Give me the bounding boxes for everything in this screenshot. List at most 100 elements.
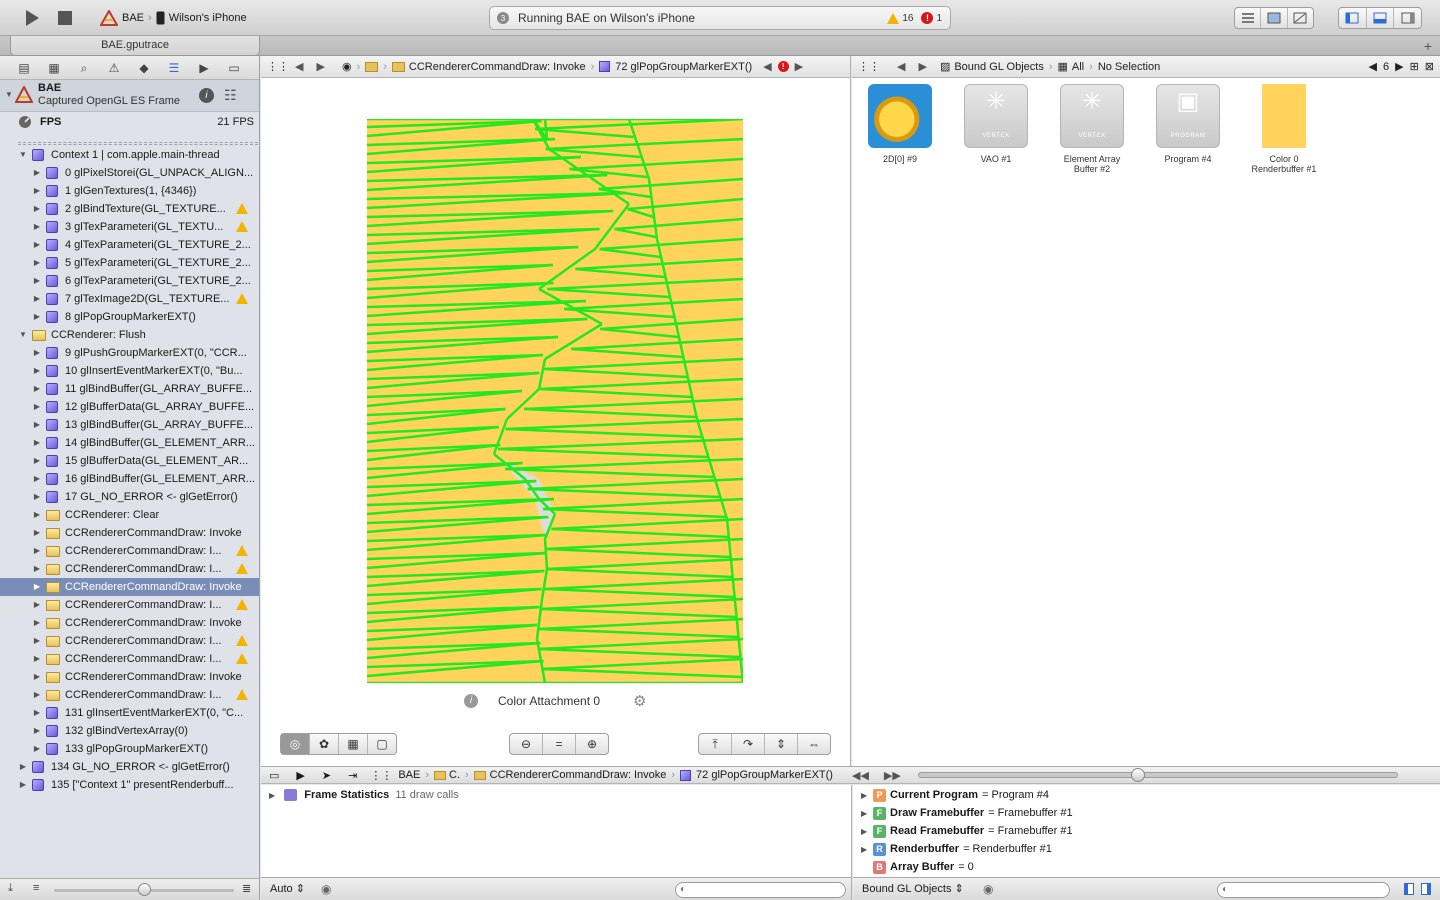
warning-icon[interactable] <box>236 635 248 646</box>
disclosure-triangle-icon[interactable]: ▶ <box>32 524 42 542</box>
toggle-navigator-button[interactable] <box>1339 8 1367 28</box>
crumb-draw-invoke[interactable]: CCRendererCommandDraw: Invoke <box>389 56 589 78</box>
variables-search-field[interactable]: ◐ <box>675 882 846 898</box>
gear-icon[interactable]: ⚙ <box>633 692 646 710</box>
disclosure-triangle-icon[interactable]: ▶ <box>32 668 42 686</box>
group-row[interactable]: ▶ CCRendererCommandDraw: I... <box>0 632 259 650</box>
call-row[interactable]: ▶ 14 glBindBuffer(GL_ELEMENT_ARR... <box>0 434 259 452</box>
disclosure-triangle-icon[interactable]: ▶ <box>32 200 42 218</box>
call-row[interactable]: ▶ 13 glBindBuffer(GL_ARRAY_BUFFE... <box>0 416 259 434</box>
crumb-call[interactable]: 72 glPopGroupMarkerEXT() <box>677 764 836 786</box>
disclosure-triangle-icon[interactable]: ▶ <box>32 416 42 434</box>
disclosure-triangle-icon[interactable]: ▶ <box>32 362 42 380</box>
group-row[interactable]: ▶ CCRendererCommandDraw: I... <box>0 596 259 614</box>
run-button[interactable] <box>22 8 42 28</box>
info-icon[interactable]: i <box>464 694 478 708</box>
disclosure-triangle-icon[interactable]: ▶ <box>18 758 28 776</box>
fps-row[interactable]: FPS 21 FPS <box>0 112 259 132</box>
disclosure-triangle-icon[interactable]: ▶ <box>32 560 42 578</box>
zoom-fit-button[interactable]: = <box>543 734 576 754</box>
folder-icon[interactable]: ▤ <box>16 61 32 75</box>
call-row[interactable]: ▶ 9 glPushGroupMarkerEXT(0, "CCR... <box>0 344 259 362</box>
group-row[interactable]: ▼ CCRenderer: Flush <box>0 326 259 344</box>
disclosure-triangle-icon[interactable]: ▶ <box>32 722 42 740</box>
state-search-field[interactable]: ◐ <box>1217 882 1390 898</box>
disclosure-triangle-icon[interactable]: ▶ <box>18 776 28 794</box>
close-editor-icon[interactable]: ⊠ <box>1422 56 1440 78</box>
group-row[interactable]: ▶ CCRendererCommandDraw: Invoke <box>0 614 259 632</box>
add-tab-icon[interactable]: + <box>1424 38 1432 54</box>
bound-objects-crumb[interactable]: ▨ Bound GL Objects <box>930 56 1047 78</box>
eye-icon[interactable]: ◉ <box>983 882 993 896</box>
warning-icon[interactable] <box>236 599 248 610</box>
disclosure-triangle-icon[interactable]: ▶ <box>32 488 42 506</box>
disclosure-triangle-icon[interactable]: ▶ <box>32 254 42 272</box>
disclosure-triangle-icon[interactable]: ▶ <box>32 578 42 596</box>
call-row[interactable]: ▶ 131 glInsertEventMarkerEXT(0, "C... <box>0 704 259 722</box>
forward-icon[interactable]: ▶ <box>908 56 929 78</box>
call-row[interactable]: ▶ 1 glGenTextures(1, {4346}) <box>0 182 259 200</box>
prev-icon[interactable]: ◀ <box>1366 56 1380 78</box>
disclosure-triangle-icon[interactable]: ▶ <box>32 308 42 326</box>
disclosure-triangle-icon[interactable]: ▶ <box>32 164 42 182</box>
state-row[interactable]: B Array Buffer = 0 <box>861 858 974 876</box>
folder-icon[interactable] <box>362 56 381 78</box>
call-row[interactable]: ▶ 11 glBindBuffer(GL_ARRAY_BUFFE... <box>0 380 259 398</box>
call-row[interactable]: ▶ 16 glBindBuffer(GL_ELEMENT_ARR... <box>0 470 259 488</box>
test-icon[interactable]: ◆ <box>136 61 152 75</box>
state-row[interactable]: ▶ R Renderbuffer = Renderbuffer #1 <box>861 840 1052 858</box>
filter-icon[interactable]: ⤓ <box>8 882 13 895</box>
warning-icon[interactable] <box>236 203 248 214</box>
disclosure-triangle-icon[interactable]: ▶ <box>32 290 42 308</box>
location-icon[interactable]: ➤ <box>308 764 334 786</box>
related-items-icon[interactable]: ⋮⋮ <box>852 56 883 78</box>
call-row[interactable]: ▶ 10 glInsertEventMarkerEXT(0, "Bu... <box>0 362 259 380</box>
disclosure-triangle-icon[interactable]: ▶ <box>269 791 275 800</box>
state-row[interactable]: ▶ F Read Framebuffer = Framebuffer #1 <box>861 822 1073 840</box>
group-row[interactable]: ▶ CCRendererCommandDraw: I... <box>0 686 259 704</box>
toggle-utilities-button[interactable] <box>1394 8 1421 28</box>
hide-debug-icon[interactable]: ▭ <box>261 764 282 786</box>
warning-icon[interactable] <box>236 221 248 232</box>
step-over-button[interactable]: ↷ <box>732 734 765 754</box>
expand-icon[interactable]: ≣ <box>242 882 251 895</box>
warning-icon[interactable] <box>236 545 248 556</box>
right-pane-toggle-icon[interactable] <box>1421 883 1431 895</box>
group-row[interactable]: ▶ CCRenderer: Clear <box>0 506 259 524</box>
frame-scrubber[interactable] <box>917 768 1398 782</box>
warning-count[interactable]: 16 <box>887 12 913 24</box>
next-icon[interactable]: ▶ <box>1392 56 1406 78</box>
crumb-context[interactable]: C. <box>431 764 463 786</box>
issue-icon[interactable]: ⚠ <box>106 61 122 75</box>
error-count[interactable]: ! 1 <box>921 12 942 24</box>
texture-button[interactable]: ▦ <box>339 734 368 754</box>
disclosure-triangle-icon[interactable]: ▶ <box>32 470 42 488</box>
disclosure-triangle-icon[interactable]: ▶ <box>32 434 42 452</box>
back-icon[interactable]: ◀ <box>883 56 908 78</box>
step-icon[interactable]: ⇥ <box>334 764 360 786</box>
disclosure-triangle-icon[interactable]: ▶ <box>32 272 42 290</box>
disclosure-triangle-icon[interactable]: ▶ <box>32 632 42 650</box>
disclosure-triangle-icon[interactable]: ▶ <box>32 740 42 758</box>
options-icon[interactable]: ☷ <box>224 87 237 104</box>
bound-objects-popup[interactable]: Bound GL Objects ⇕ <box>862 882 964 895</box>
disclosure-triangle-icon[interactable]: ▶ <box>32 614 42 632</box>
bound-object-item[interactable]: ▣ PROGRAM Program #4 <box>1148 84 1228 164</box>
standard-editor-button[interactable] <box>1235 8 1262 28</box>
call-row[interactable]: ▶ 6 glTexParameteri(GL_TEXTURE_2... <box>0 272 259 290</box>
auto-popup[interactable]: Auto ⇕ <box>270 882 305 895</box>
call-row[interactable]: ▶ 3 glTexParameteri(GL_TEXTU... <box>0 218 259 236</box>
compress-icon[interactable]: ≡ <box>33 882 39 894</box>
zoom-out-button[interactable]: ⊖ <box>510 734 543 754</box>
scheme-selector[interactable]: BAE › Wilson's iPhone <box>100 9 247 27</box>
crumb-call[interactable]: 72 glPopGroupMarkerEXT() <box>596 56 755 78</box>
call-row[interactable]: ▶ 7 glTexImage2D(GL_TEXTURE... <box>0 290 259 308</box>
assistant-editor-button[interactable] <box>1261 8 1288 28</box>
breakpoints-toggle-icon[interactable]: ▶ <box>282 764 307 786</box>
scrubber-thumb[interactable] <box>1130 768 1145 782</box>
call-row[interactable]: ▶ 8 glPopGroupMarkerEXT() <box>0 308 259 326</box>
call-row[interactable]: ▶ 17 GL_NO_ERROR <- glGetError() <box>0 488 259 506</box>
disclosure-triangle-icon[interactable]: ▶ <box>861 805 871 823</box>
forward-icon[interactable]: ▶ <box>306 56 327 78</box>
step-horizontal-button[interactable]: ⇔ <box>798 734 830 754</box>
